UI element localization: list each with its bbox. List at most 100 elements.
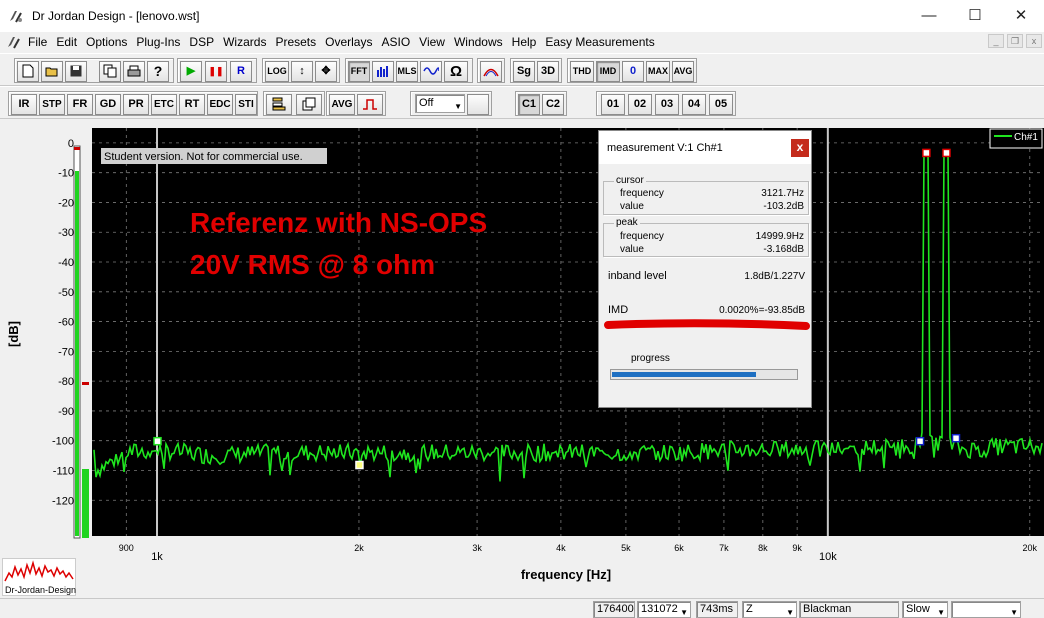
inband-value: 1.8dB/1.227V bbox=[744, 271, 805, 282]
move-button[interactable]: ✥ bbox=[315, 61, 337, 82]
spectrum-button[interactable] bbox=[372, 61, 394, 82]
weighting-select[interactable]: Z ▼ bbox=[742, 601, 797, 618]
mode-select[interactable]: Off ▼ bbox=[415, 94, 465, 113]
copy-button[interactable] bbox=[99, 61, 121, 82]
dialog-header[interactable]: measurement V:1 Ch#1 x bbox=[599, 131, 811, 164]
preset-button-02[interactable]: 02 bbox=[628, 94, 652, 115]
ir-button[interactable]: IR bbox=[11, 94, 37, 115]
level-meter-bar bbox=[75, 171, 79, 536]
fft-button[interactable]: FFT bbox=[348, 61, 370, 82]
mdi-minimize-button[interactable]: _ bbox=[988, 34, 1004, 48]
peak-group-label: peak bbox=[614, 217, 640, 228]
edc-button[interactable]: EDC bbox=[207, 94, 233, 115]
vertical-zoom-button[interactable]: ↕ bbox=[291, 61, 313, 82]
menu-item-asio[interactable]: ASIO bbox=[381, 34, 410, 50]
cursor-marker[interactable] bbox=[942, 148, 951, 158]
c1-button[interactable]: C1 bbox=[518, 94, 540, 115]
save-button[interactable] bbox=[65, 61, 87, 82]
cursor-marker[interactable] bbox=[922, 148, 931, 158]
y-ticks: 0 -10 -20 -30 -40 -50 -60 -70 -80 -90 -100 -110 -120 bbox=[52, 138, 74, 507]
cursor-marker[interactable] bbox=[915, 436, 925, 446]
windows-icon bbox=[302, 97, 316, 111]
speed-select[interactable]: Slow ▼ bbox=[902, 601, 948, 618]
level-meter-bar-right bbox=[82, 469, 89, 538]
open-button[interactable] bbox=[41, 61, 63, 82]
menu-item-view[interactable]: View bbox=[419, 34, 445, 50]
pr-button[interactable]: PR bbox=[123, 94, 149, 115]
pulse-button[interactable] bbox=[357, 94, 383, 115]
document-icon[interactable] bbox=[6, 34, 22, 50]
thd-button[interactable]: THD bbox=[570, 61, 594, 82]
menu-item-file[interactable]: File bbox=[28, 34, 47, 50]
extra-select[interactable]: ▼ bbox=[951, 601, 1021, 618]
impedance-button[interactable]: Ω bbox=[444, 61, 468, 82]
close-button[interactable]: ✕ bbox=[998, 0, 1044, 32]
pause-button[interactable]: ❚❚ bbox=[205, 61, 227, 82]
avg2-button[interactable]: AVG bbox=[329, 94, 355, 115]
zero-button[interactable]: 0 bbox=[622, 61, 644, 82]
preset-button-01[interactable]: 01 bbox=[601, 94, 625, 115]
mls-button[interactable]: MLS bbox=[396, 61, 418, 82]
stp-button[interactable]: STP bbox=[39, 94, 65, 115]
menu-item-dsp[interactable]: DSP bbox=[189, 34, 214, 50]
progress-bar bbox=[610, 369, 798, 380]
measurement-dialog[interactable]: measurement V:1 Ch#1 x cursor frequency 3… bbox=[598, 130, 812, 408]
move-arrows-icon: ✥ bbox=[321, 65, 331, 77]
run-button[interactable]: ▶ bbox=[180, 61, 202, 82]
pulse-icon bbox=[363, 99, 377, 110]
menu-item-options[interactable]: Options bbox=[86, 34, 127, 50]
menu-item-overlays[interactable]: Overlays bbox=[325, 34, 372, 50]
record-button[interactable]: R bbox=[230, 61, 252, 82]
preset-button-04[interactable]: 04 bbox=[682, 94, 706, 115]
copy-icon bbox=[103, 64, 117, 78]
menu-item-windows[interactable]: Windows bbox=[454, 34, 503, 50]
rt-button[interactable]: RT bbox=[179, 94, 205, 115]
max-button[interactable]: MAX bbox=[646, 61, 670, 82]
menu-item-presets[interactable]: Presets bbox=[275, 34, 316, 50]
gd-button[interactable]: GD bbox=[95, 94, 121, 115]
chevron-down-icon: ▼ bbox=[1010, 608, 1018, 617]
new-file-icon bbox=[22, 64, 34, 78]
mode-apply-button[interactable] bbox=[467, 94, 489, 115]
cursor-marker[interactable] bbox=[355, 460, 364, 470]
mdi-close-button[interactable]: x bbox=[1026, 34, 1042, 48]
minimize-button[interactable]: — bbox=[906, 0, 952, 32]
cursor-marker[interactable] bbox=[951, 433, 961, 443]
preset-button-05[interactable]: 05 bbox=[709, 94, 733, 115]
menu-item-edit[interactable]: Edit bbox=[56, 34, 77, 50]
cursor-group-label: cursor bbox=[614, 175, 646, 186]
sg-button[interactable]: Sg bbox=[513, 61, 535, 82]
new-button[interactable] bbox=[17, 61, 39, 82]
plot-background bbox=[92, 128, 1044, 536]
y-tick-label: -120 bbox=[52, 495, 74, 507]
dialog-close-button[interactable]: x bbox=[791, 139, 809, 157]
log-button[interactable]: LOG bbox=[265, 61, 289, 82]
waveform-button[interactable] bbox=[420, 61, 442, 82]
print-button[interactable] bbox=[123, 61, 145, 82]
status-samplerate: 176400 bbox=[593, 601, 635, 618]
preset-button-03[interactable]: 03 bbox=[655, 94, 679, 115]
spectrum-chart[interactable]: 0 -10 -20 -30 -40 -50 -60 -70 -80 -90 -100 -110 -120… bbox=[0, 119, 1044, 598]
help-button[interactable]: ? bbox=[147, 61, 169, 82]
avg-button[interactable]: AVG bbox=[672, 61, 694, 82]
3d-button[interactable]: 3D bbox=[537, 61, 559, 82]
fft-size-select[interactable]: 131072 ▼ bbox=[637, 601, 691, 618]
sti-button[interactable]: STI bbox=[235, 94, 257, 115]
mdi-restore-button[interactable]: ❐ bbox=[1007, 34, 1023, 48]
windows-button[interactable] bbox=[296, 94, 322, 115]
cursor-marker[interactable] bbox=[153, 436, 162, 446]
c2-button[interactable]: C2 bbox=[542, 94, 564, 115]
etc-button[interactable]: ETC bbox=[151, 94, 177, 115]
overlay-button[interactable] bbox=[266, 94, 292, 115]
stack-icon bbox=[272, 97, 286, 111]
menu-item-help[interactable]: Help bbox=[512, 34, 537, 50]
menu-item-plug-ins[interactable]: Plug-Ins bbox=[136, 34, 180, 50]
x-axis-label: frequency [Hz] bbox=[521, 567, 611, 582]
maximize-button[interactable]: ☐ bbox=[952, 0, 998, 32]
menu-item-wizards[interactable]: Wizards bbox=[223, 34, 266, 50]
menu-item-easy-measurements[interactable]: Easy Measurements bbox=[545, 34, 654, 50]
imd-button[interactable]: IMD bbox=[596, 61, 620, 82]
weighting-value: Z bbox=[746, 603, 753, 615]
fr-button[interactable]: FR bbox=[67, 94, 93, 115]
filter-button[interactable] bbox=[480, 61, 502, 82]
